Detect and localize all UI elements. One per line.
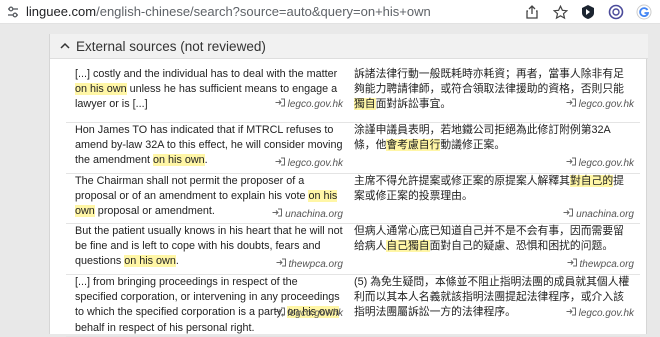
source-domain: legco.gov.hk bbox=[578, 99, 634, 110]
external-link-icon bbox=[566, 306, 576, 321]
sentence-text: The Chairman shall not permit the propos… bbox=[75, 175, 309, 203]
highlighted-match: on his own bbox=[153, 154, 205, 167]
source-link[interactable]: legco.gov.hk bbox=[566, 97, 634, 112]
example-row: The Chairman shall not permit the propos… bbox=[66, 174, 640, 224]
section-title: External sources (not reviewed) bbox=[76, 38, 266, 54]
external-link-icon bbox=[275, 97, 285, 112]
example-row: [...] costly and the individual has to d… bbox=[66, 67, 640, 123]
sentence-text: . bbox=[204, 154, 208, 167]
chinese-sentence[interactable]: 主席不得允許提案或修正案的原提案人解釋其對自己的提案或修正案的投票理由。 unac… bbox=[354, 174, 634, 224]
external-link-icon bbox=[567, 257, 577, 272]
external-link-icon bbox=[566, 97, 576, 112]
highlighted-match: 會考慮自行 bbox=[386, 139, 441, 152]
english-sentence[interactable]: The Chairman shall not permit the propos… bbox=[75, 174, 343, 224]
source-domain: unachina.org bbox=[285, 209, 343, 220]
source-link[interactable]: thewpca.org bbox=[276, 257, 343, 272]
source-link[interactable]: legco.gov.hk bbox=[566, 306, 634, 321]
url-text[interactable]: linguee.com/english-chinese/search?sourc… bbox=[26, 4, 431, 19]
sentence-text: 動議修正案。 bbox=[440, 139, 506, 152]
sentence-text: proposal or amendment. bbox=[94, 205, 215, 218]
source-link[interactable]: legco.gov.hk bbox=[275, 156, 343, 171]
chinese-sentence[interactable]: 但病人通常心底已知道自己并不是不会有事，因而需要留给病人自己獨自面對自己的疑慮、… bbox=[354, 224, 634, 275]
highlighted-match: 自己獨自 bbox=[386, 240, 430, 253]
browser-address-bar[interactable]: linguee.com/english-chinese/search?sourc… bbox=[0, 0, 660, 24]
example-row: But the patient usually knows in his hea… bbox=[66, 224, 640, 275]
sentence-text: behalf in respect of his personal right. bbox=[75, 321, 255, 334]
source-domain: legco.gov.hk bbox=[287, 308, 343, 319]
browser-toolbar bbox=[522, 2, 654, 22]
source-domain: thewpca.org bbox=[288, 259, 343, 270]
share-icon[interactable] bbox=[522, 2, 542, 22]
external-sources-header[interactable]: External sources (not reviewed) bbox=[50, 34, 648, 59]
english-sentence[interactable]: [...] from bringing proceedings in respe… bbox=[75, 275, 343, 337]
source-domain: legco.gov.hk bbox=[287, 158, 343, 169]
chinese-sentence[interactable]: 訴諸法律行動一般既耗時亦耗資；再者，當事人除非有足夠能力聘請律師，或符合領取法律… bbox=[354, 67, 634, 123]
page-content: External sources (not reviewed) [...] co… bbox=[0, 24, 660, 337]
source-domain: unachina.org bbox=[576, 209, 634, 220]
external-link-icon bbox=[566, 156, 576, 171]
sentence-text: 訴諸法律行動一般既耗時亦耗資；再者，當事人除非有足夠能力聘請律師，或符合領取法律… bbox=[354, 68, 624, 96]
url-domain: linguee.com bbox=[26, 4, 97, 19]
highlighted-match: on his own bbox=[124, 255, 176, 268]
source-link[interactable]: legco.gov.hk bbox=[566, 156, 634, 171]
english-sentence[interactable]: Hon James TO has indicated that if MTRCL… bbox=[75, 123, 343, 174]
highlighted-match: 獨自 bbox=[354, 98, 376, 111]
external-link-icon bbox=[276, 257, 286, 272]
source-domain: legco.gov.hk bbox=[287, 99, 343, 110]
extension-circle-icon[interactable] bbox=[606, 2, 626, 22]
external-link-icon bbox=[272, 207, 283, 222]
bookmark-star-icon[interactable] bbox=[550, 2, 570, 22]
extension-shield-icon[interactable] bbox=[578, 2, 598, 22]
external-link-icon bbox=[275, 306, 285, 321]
example-row: Hon James TO has indicated that if MTRCL… bbox=[66, 123, 640, 174]
source-link[interactable]: unachina.org bbox=[563, 207, 634, 222]
external-link-icon bbox=[275, 156, 285, 171]
sentence-text: . bbox=[175, 255, 179, 268]
example-row: [...] from bringing proceedings in respe… bbox=[66, 275, 640, 337]
sentence-text: 面對訴訟事宜。 bbox=[375, 98, 452, 111]
sentence-text: [...] costly and the individual has to d… bbox=[75, 68, 338, 80]
chinese-sentence[interactable]: 涂謹申議員表明，若地鐵公司拒絕為此修訂附例第32A條，他會考慮自行動議修正案。 l… bbox=[354, 123, 634, 174]
sentence-text: 主席不得允許提案或修正案的原提案人解釋其 bbox=[354, 175, 570, 187]
extension-g-icon[interactable] bbox=[634, 2, 654, 22]
source-domain: legco.gov.hk bbox=[578, 308, 634, 319]
highlighted-match: 對自己的 bbox=[569, 175, 614, 187]
source-domain: legco.gov.hk bbox=[578, 158, 634, 169]
external-link-icon bbox=[563, 207, 574, 222]
sentence-text: 面對自己的疑慮、恐惧和困扰的问题。 bbox=[429, 240, 614, 253]
english-sentence[interactable]: [...] costly and the individual has to d… bbox=[75, 67, 343, 123]
source-link[interactable]: unachina.org bbox=[272, 207, 343, 222]
highlighted-match: on his own bbox=[75, 83, 127, 96]
source-link[interactable]: legco.gov.hk bbox=[275, 97, 343, 112]
url-path: /english-chinese/search?source=auto&quer… bbox=[96, 4, 431, 19]
chevron-up-icon[interactable] bbox=[59, 39, 73, 53]
source-link[interactable]: legco.gov.hk bbox=[275, 306, 343, 321]
english-sentence[interactable]: But the patient usually knows in his hea… bbox=[75, 224, 343, 275]
chinese-sentence[interactable]: (5) 為免生疑問，本條並不阻止指明法團的成員就其個人權利而以其本人名義就該指明… bbox=[354, 275, 634, 337]
source-link[interactable]: thewpca.org bbox=[567, 257, 634, 272]
source-domain: thewpca.org bbox=[579, 259, 634, 270]
site-settings-icon[interactable] bbox=[6, 5, 20, 19]
external-sources-panel: External sources (not reviewed) [...] co… bbox=[49, 34, 648, 337]
